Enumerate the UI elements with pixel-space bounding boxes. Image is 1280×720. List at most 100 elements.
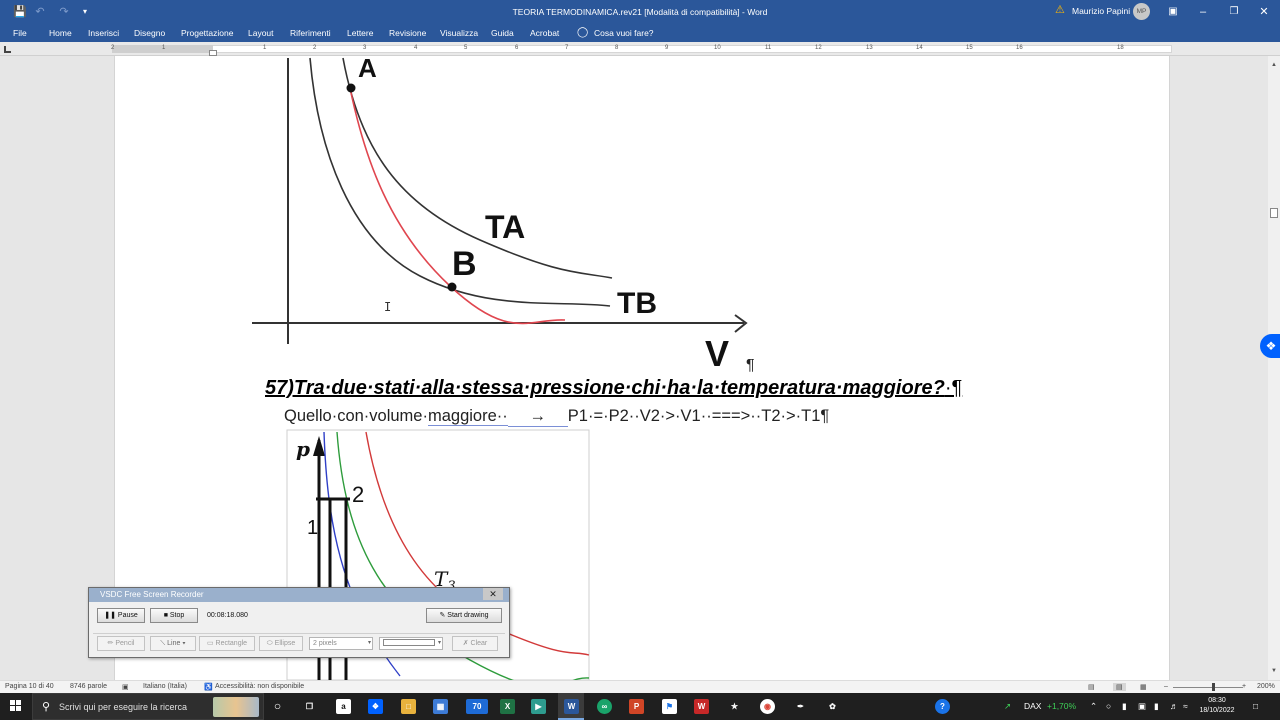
tab-file[interactable]: File [13,28,27,38]
pause-label: Pause [117,612,138,619]
rectangle-icon: ▭ [206,640,216,647]
pen-tool-icon[interactable]: ✯ [727,699,742,714]
battery-icon[interactable]: ▮ [1154,701,1159,712]
stock-name[interactable]: DAX [1024,701,1041,711]
zoom-in-icon[interactable]: + [1242,683,1246,690]
feather-icon[interactable]: ✒ [793,699,808,714]
minimize-icon[interactable]: – [1195,4,1211,20]
dropbox-taskbar-icon[interactable]: ❖ [368,699,383,714]
zoom-level[interactable]: 200% [1257,683,1275,690]
tab-layout[interactable]: Layout [248,28,274,38]
tab-visualizza[interactable]: Visualizza [440,28,478,38]
help-icon[interactable]: ? [935,699,950,714]
language[interactable]: Italiano (Italia) [143,683,187,690]
question-57-heading[interactable]: 57)Tra·due·stati·alla·stessa·pressione·c… [265,377,962,400]
rectangle-button[interactable]: ▭ Rectangle [199,636,255,651]
file-explorer-icon[interactable]: □ [401,699,416,714]
page-count[interactable]: Pagina 10 di 40 [5,683,54,690]
ruler-number: 4 [414,45,418,51]
web-layout-icon[interactable]: ▦ [1140,683,1147,691]
tray-chevron-up-icon[interactable]: ⌃ [1090,701,1097,712]
zoom-slider[interactable] [1173,687,1243,688]
volume-icon[interactable]: ♬ [1170,701,1179,711]
clear-button[interactable]: ✗ Clear [452,636,498,651]
zoom-slider-handle[interactable] [1212,683,1215,691]
color-select[interactable]: ▾ [379,637,443,650]
zoom-out-icon[interactable]: – [1164,683,1168,690]
line-label: Line [167,640,181,647]
ribbon-display-icon[interactable]: ▣ [1165,4,1181,20]
pause-button[interactable]: ❚❚ Pause [97,608,145,623]
pencil-button[interactable]: ✏ Pencil [97,636,145,651]
ellipse-button[interactable]: ⬭ Ellipse [259,636,303,651]
answer-line[interactable]: Quello·con·volume·maggiore·· → P1·=·P2··V2… [284,407,829,427]
amazon-icon[interactable]: a [336,699,351,714]
horizontal-ruler[interactable]: 2 1 1 2 3 4 5 6 7 8 9 10 11 12 13 14 15 … [0,42,1280,56]
warning-icon[interactable]: ⚠ [1055,5,1066,16]
tab-acrobat[interactable]: Acrobat [530,28,559,38]
windows-start-icon[interactable] [10,700,22,712]
start-drawing-button[interactable]: ✎ Start drawing [426,608,502,623]
media-icon[interactable]: ▶ [531,699,546,714]
close-icon[interactable]: ✕ [1256,4,1272,20]
task-view-icon[interactable]: ❐ [302,699,317,714]
line-width-select[interactable]: 2 pixels ▾ [309,637,373,650]
line-button[interactable]: ⟍ Line ▾ [150,636,196,651]
taskbar-clock[interactable]: 08:30 18/10/2022 [1194,696,1240,716]
tab-selector-icon[interactable] [4,46,11,53]
stop-button[interactable]: ■ Stop [150,608,198,623]
tab-disegno[interactable]: Disegno [134,28,165,38]
accessibility-status[interactable]: Accessibilità: non disponibile [215,683,304,690]
circle-app-icon[interactable]: ∞ [597,699,612,714]
ruler-number: 7 [565,45,569,51]
dropbox-icon[interactable]: ❖ [1260,334,1280,358]
usb-icon[interactable]: ▮ [1122,701,1127,712]
wps-icon[interactable]: W [694,699,709,714]
scroll-thumb[interactable] [1270,208,1278,218]
vertical-scrollbar[interactable]: ▲ ▼ [1268,56,1280,680]
tab-revisione[interactable]: Revisione [389,28,426,38]
powerpoint-icon[interactable]: P [629,699,644,714]
proofing-icon[interactable]: ▣ [122,683,129,691]
tab-guida[interactable]: Guida [491,28,514,38]
taskbar-search-box[interactable]: ⚲ Scrivi qui per eseguire la ricerca [32,693,264,720]
recorder-close-icon[interactable]: ✕ [483,588,503,600]
notifications-icon[interactable]: □ [1253,701,1258,711]
word-icon[interactable]: W [564,699,579,714]
recorder-icon[interactable]: ✿ [825,699,840,714]
user-name[interactable]: Maurizio Papini [1072,6,1130,16]
screen-recorder-window[interactable]: VSDC Free Screen Recorder ✕ ❚❚ Pause ■ S… [88,587,510,658]
print-layout-icon[interactable]: ▤ [1113,683,1126,691]
ruler-number: 14 [916,45,923,51]
cortana-icon[interactable]: ○ [270,699,285,714]
ruler-number: 1 [263,45,267,51]
ruler-number: 13 [866,45,873,51]
chrome-icon[interactable]: ◉ [760,699,775,714]
flag-app-icon[interactable]: ⚑ [662,699,677,714]
tab-inserisci[interactable]: Inserisci [88,28,119,38]
display-icon[interactable]: ▣ [1138,701,1146,712]
tab-lettere[interactable]: Lettere [347,28,373,38]
stock-change[interactable]: +1,70% [1047,701,1076,711]
accessibility-icon[interactable]: ♿ [204,683,213,691]
wifi-icon[interactable]: ≈ [1183,701,1188,711]
scroll-down-icon[interactable]: ▼ [1268,666,1280,676]
mail-icon[interactable]: 70 [466,699,488,714]
focus-mode-icon[interactable]: ▤ [1088,683,1095,691]
excel-icon[interactable]: X [500,699,515,714]
lightbulb-icon[interactable]: ◯ [577,27,588,38]
tab-riferimenti[interactable]: Riferimenti [290,28,331,38]
store-icon[interactable]: ▦ [433,699,448,714]
scroll-up-icon[interactable]: ▲ [1268,60,1280,70]
ellipse-icon: ⬭ [266,640,275,647]
eraser-icon: ✗ [462,640,471,647]
avatar[interactable]: MP [1133,3,1150,20]
tab-progettazione[interactable]: Progettazione [181,28,233,38]
tray-app-icon[interactable]: ○ [1106,701,1111,711]
tab-home[interactable]: Home [49,28,72,38]
tell-me-search[interactable]: Cosa vuoi fare? [594,28,654,38]
word-count[interactable]: 8746 parole [70,683,107,690]
restore-icon[interactable]: ❐ [1226,4,1242,20]
ruler-number: 6 [515,45,519,51]
ruler-number: 8 [615,45,619,51]
